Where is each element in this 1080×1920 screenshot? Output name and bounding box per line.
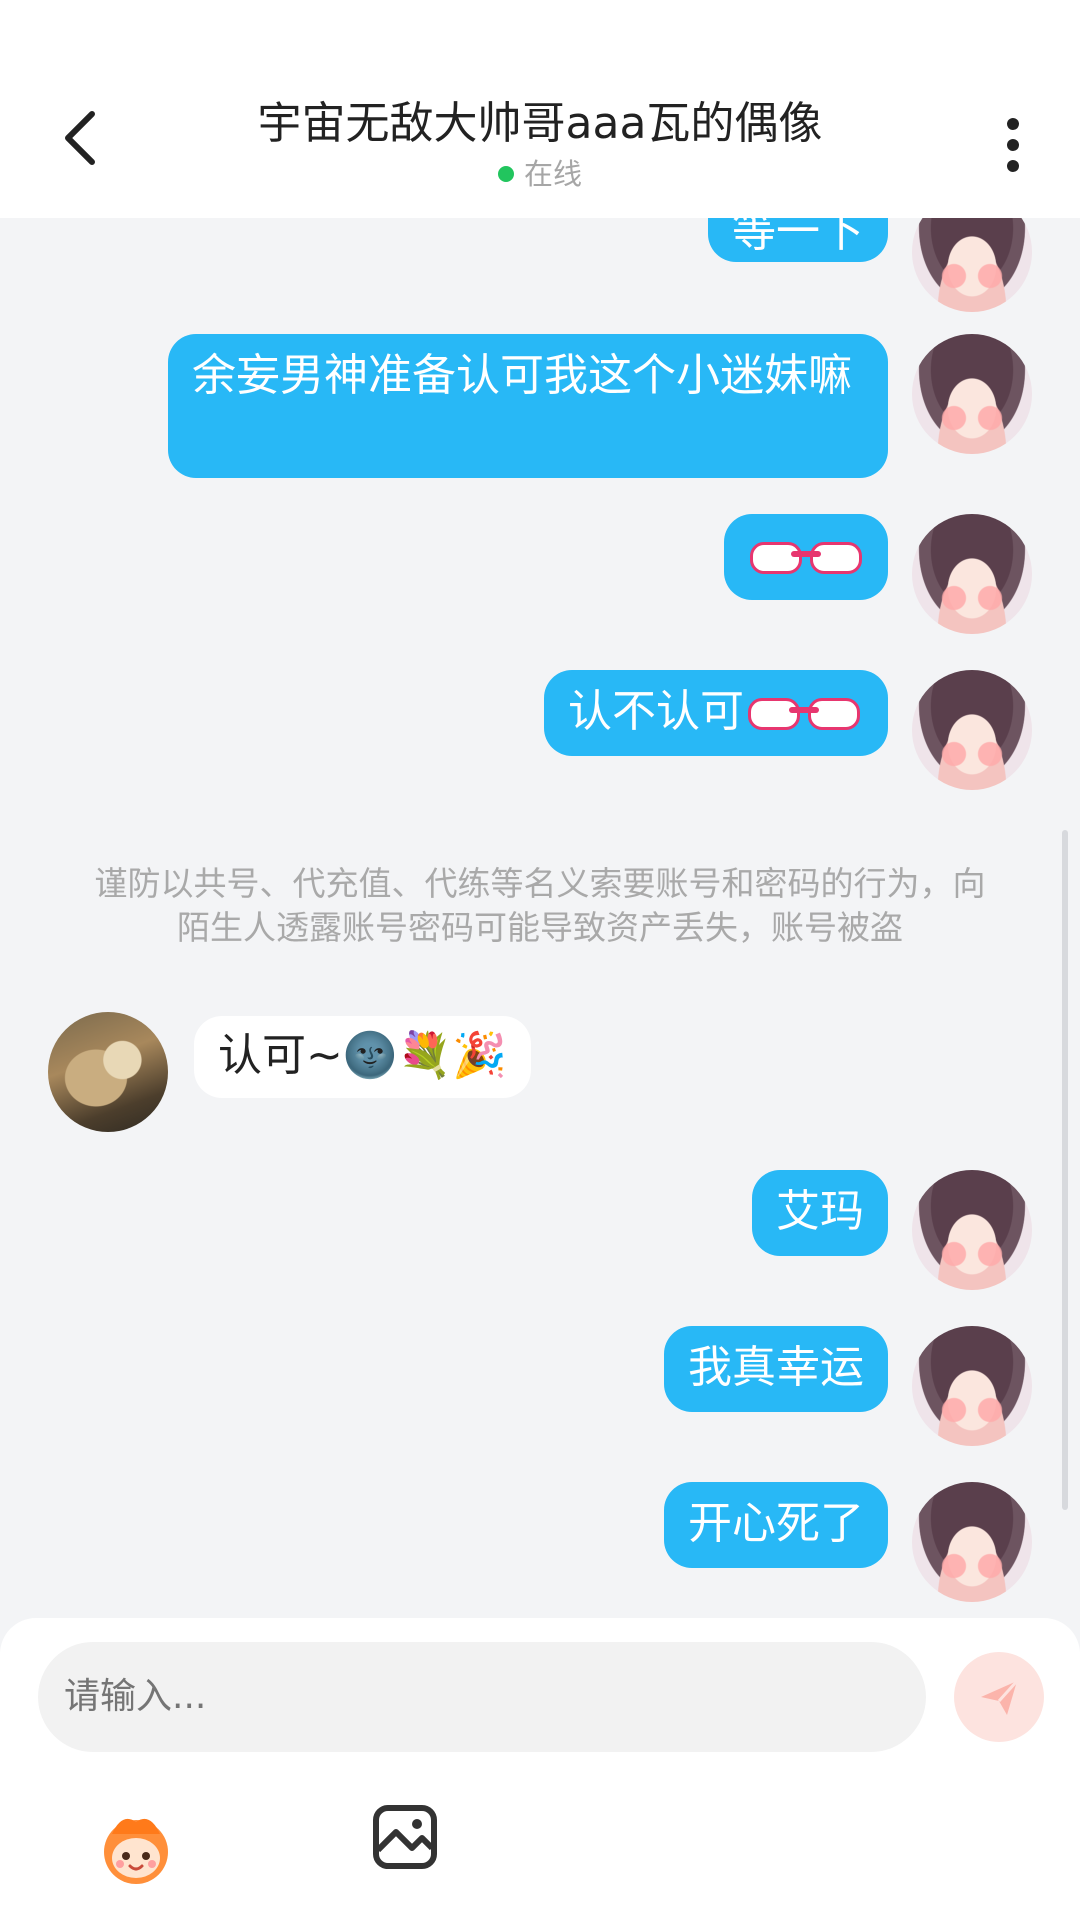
- message-bubble-right[interactable]: 开心死了: [664, 1482, 888, 1568]
- my-avatar[interactable]: [912, 1326, 1032, 1446]
- message-bubble-left[interactable]: 认可~🌚💐🎉: [194, 1016, 532, 1098]
- my-avatar[interactable]: [912, 1482, 1032, 1602]
- my-avatar[interactable]: [912, 218, 1032, 312]
- message-bubble-right[interactable]: 认不认可: [544, 670, 888, 756]
- contact-avatar[interactable]: [48, 1012, 168, 1132]
- pointing-left-emoji-icon: [797, 698, 860, 730]
- message-text: 艾玛: [776, 1186, 864, 1237]
- message-bubble-right[interactable]: 我真幸运: [664, 1326, 888, 1412]
- message-list[interactable]: 等一下 余妄男神准备认可我这个小迷妹嘛 认不认可 谨防以共号、代充值、代练等名义…: [0, 218, 1080, 1610]
- message-bubble-right[interactable]: 艾玛: [752, 1170, 888, 1256]
- scrollbar[interactable]: [1062, 830, 1068, 1510]
- my-avatar[interactable]: [912, 1170, 1032, 1290]
- message-text: 我真幸运: [688, 1342, 864, 1393]
- send-icon[interactable]: [954, 1652, 1044, 1742]
- chat-header: 宇宙无敌大帅哥aaa瓦的偶像 在线: [0, 0, 1080, 218]
- my-avatar[interactable]: [912, 670, 1032, 790]
- pointing-left-emoji-icon: [799, 542, 862, 574]
- message-bubble-right[interactable]: [724, 514, 888, 600]
- chat-title: 宇宙无敌大帅哥aaa瓦的偶像: [257, 98, 823, 149]
- message-bubble-right[interactable]: 等一下: [708, 218, 888, 262]
- image-icon[interactable]: [372, 1804, 438, 1870]
- message-text: 等一下: [732, 218, 864, 257]
- sticker-icon[interactable]: [94, 1806, 178, 1890]
- online-dot-icon: [497, 166, 514, 182]
- more-options-icon[interactable]: [996, 118, 1030, 178]
- message-text: 认可~🌚💐🎉: [218, 1030, 508, 1081]
- security-notice: 谨防以共号、代充值、代练等名义索要账号和密码的行为，向陌生人透露账号密码可能导致…: [94, 864, 986, 947]
- my-avatar[interactable]: [912, 514, 1032, 634]
- my-avatar[interactable]: [912, 334, 1032, 454]
- message-input[interactable]: [38, 1642, 926, 1752]
- message-text: 认不认可: [568, 686, 744, 737]
- pointing-right-emoji-icon: [748, 698, 811, 730]
- status-text: 在线: [523, 157, 582, 191]
- message-text: 余妄男神准备认可我这个小迷妹嘛: [192, 350, 852, 401]
- message-composer: [0, 1618, 1080, 1920]
- pointing-right-emoji-icon: [750, 542, 813, 574]
- online-status: 在线: [0, 156, 1080, 192]
- message-text: 开心死了: [688, 1498, 864, 1549]
- message-bubble-right[interactable]: 余妄男神准备认可我这个小迷妹嘛: [168, 334, 888, 478]
